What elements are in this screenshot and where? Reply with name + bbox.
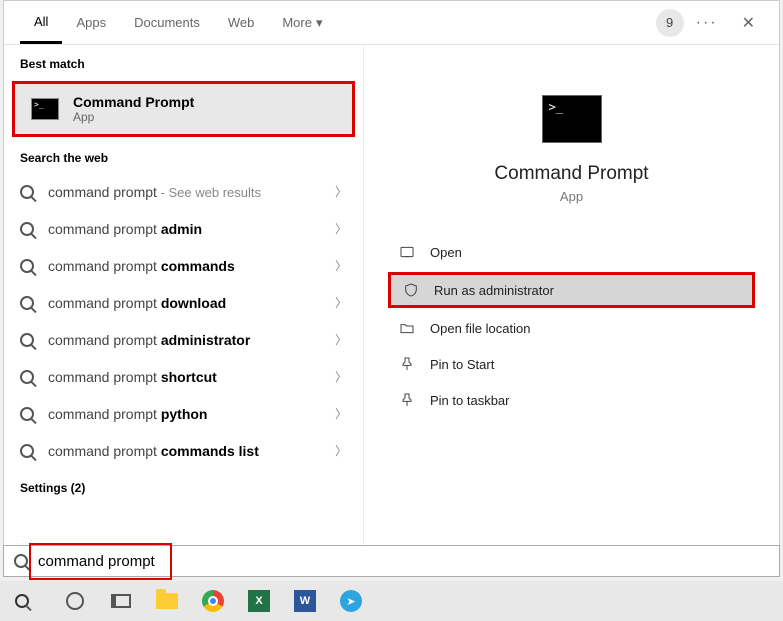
settings-header[interactable]: Settings (2)	[4, 469, 363, 503]
tab-web[interactable]: Web	[214, 3, 269, 42]
web-result-3[interactable]: command prompt download〉	[4, 284, 363, 321]
chevron-right-icon: 〉	[335, 368, 347, 385]
options-menu-icon[interactable]: ···	[696, 14, 718, 32]
shield-icon	[402, 282, 420, 298]
best-match-title: Command Prompt	[73, 94, 194, 110]
search-icon	[15, 594, 29, 608]
search-icon	[20, 222, 34, 236]
tab-more[interactable]: More ▾	[268, 3, 336, 43]
search-icon	[20, 296, 34, 310]
cortana-icon	[66, 592, 84, 610]
chevron-right-icon: 〉	[335, 294, 347, 311]
rewards-badge[interactable]: 9	[656, 9, 684, 37]
taskbar-chrome[interactable]	[190, 581, 236, 621]
pin-icon	[398, 356, 416, 372]
preview-subtitle: App	[384, 189, 759, 204]
taskbar-search-button[interactable]	[6, 581, 52, 621]
web-result-text: command prompt - See web results	[48, 184, 335, 200]
taskbar-file-explorer[interactable]	[144, 581, 190, 621]
action-open-file-location[interactable]: Open file location	[384, 310, 759, 346]
results-list: Best match Command Prompt App Search the…	[4, 45, 364, 571]
search-icon	[20, 259, 34, 273]
excel-icon: X	[248, 590, 270, 612]
chevron-right-icon: 〉	[335, 257, 347, 274]
chrome-icon	[202, 590, 224, 612]
pin-icon	[398, 392, 416, 408]
search-icon	[20, 333, 34, 347]
action-open[interactable]: Open	[384, 234, 759, 270]
folder-icon	[398, 320, 416, 336]
folder-icon	[156, 593, 178, 609]
action-pin-to-taskbar[interactable]: Pin to taskbar	[384, 382, 759, 418]
chevron-right-icon: 〉	[335, 442, 347, 459]
filter-tabs: All Apps Documents Web More ▾ 9 ··· ✕	[4, 1, 779, 45]
web-result-text: command prompt python	[48, 406, 335, 422]
search-icon	[14, 554, 28, 568]
preview-pane: Command Prompt App Open Run as administr…	[364, 45, 779, 571]
search-icon	[20, 407, 34, 421]
command-prompt-icon	[31, 98, 59, 120]
taskbar-telegram[interactable]	[328, 581, 374, 621]
best-match-result[interactable]: Command Prompt App	[12, 81, 355, 137]
tab-apps[interactable]: Apps	[62, 3, 120, 42]
web-result-text: command prompt admin	[48, 221, 335, 237]
web-result-5[interactable]: command prompt shortcut〉	[4, 358, 363, 395]
search-icon	[20, 185, 34, 199]
tab-all[interactable]: All	[20, 2, 62, 44]
chevron-right-icon: 〉	[335, 405, 347, 422]
web-result-6[interactable]: command prompt python〉	[4, 395, 363, 432]
web-result-text: command prompt download	[48, 295, 335, 311]
chevron-right-icon: 〉	[335, 183, 347, 200]
search-box[interactable]	[3, 545, 780, 577]
search-icon	[20, 370, 34, 384]
search-icon	[20, 444, 34, 458]
chevron-right-icon: 〉	[335, 220, 347, 237]
web-result-text: command prompt administrator	[48, 332, 335, 348]
chevron-down-icon: ▾	[316, 15, 323, 31]
search-web-header: Search the web	[4, 139, 363, 173]
web-result-2[interactable]: command prompt commands〉	[4, 247, 363, 284]
taskview-icon	[111, 594, 131, 608]
web-result-1[interactable]: command prompt admin〉	[4, 210, 363, 247]
close-button[interactable]: ✕	[734, 9, 763, 37]
web-result-text: command prompt commands	[48, 258, 335, 274]
taskbar-taskview-button[interactable]	[98, 581, 144, 621]
search-input[interactable]	[38, 553, 769, 570]
tab-documents[interactable]: Documents	[120, 3, 214, 42]
web-result-text: command prompt commands list	[48, 443, 335, 459]
search-results-panel: All Apps Documents Web More ▾ 9 ··· ✕ Be…	[3, 0, 780, 572]
action-pin-to-start[interactable]: Pin to Start	[384, 346, 759, 382]
word-icon: W	[294, 590, 316, 612]
telegram-icon	[340, 590, 362, 612]
taskbar: X W	[0, 581, 783, 621]
preview-app-icon	[542, 95, 602, 143]
best-match-header: Best match	[4, 45, 363, 79]
open-icon	[398, 244, 416, 260]
web-result-4[interactable]: command prompt administrator〉	[4, 321, 363, 358]
taskbar-cortana-button[interactable]	[52, 581, 98, 621]
taskbar-excel[interactable]: X	[236, 581, 282, 621]
web-result-text: command prompt shortcut	[48, 369, 335, 385]
preview-title: Command Prompt	[384, 163, 759, 185]
taskbar-word[interactable]: W	[282, 581, 328, 621]
chevron-right-icon: 〉	[335, 331, 347, 348]
web-result-0[interactable]: command prompt - See web results〉	[4, 173, 363, 210]
web-result-7[interactable]: command prompt commands list〉	[4, 432, 363, 469]
best-match-subtitle: App	[73, 110, 194, 124]
action-run-as-administrator[interactable]: Run as administrator	[388, 272, 755, 308]
